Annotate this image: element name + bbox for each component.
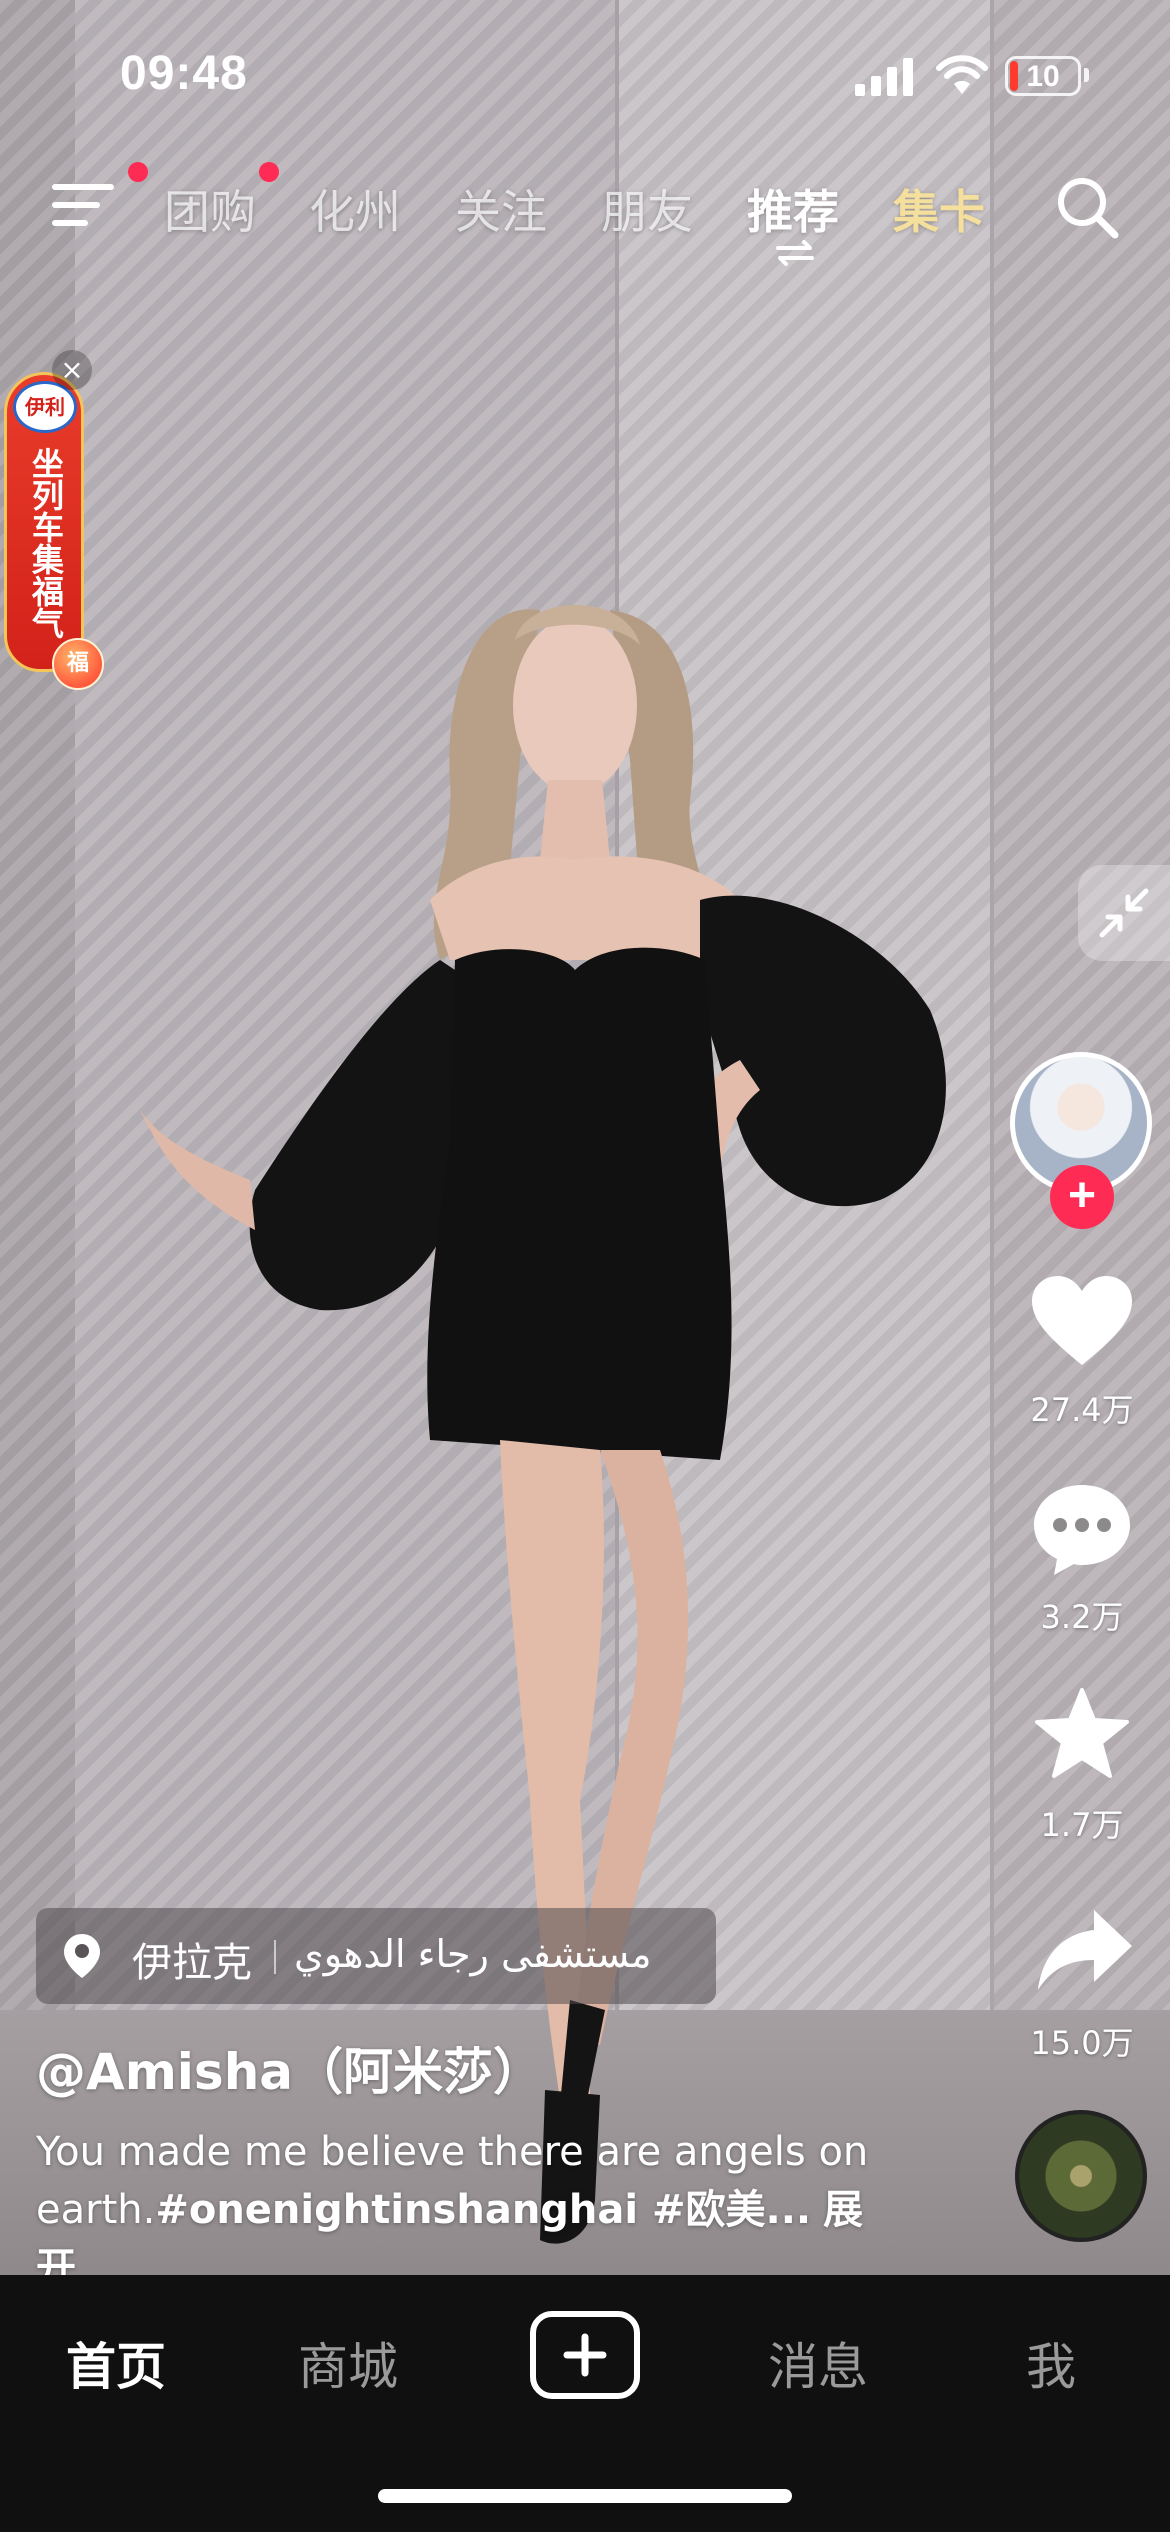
close-icon[interactable]: × [52, 350, 92, 390]
tab-friends[interactable]: 朋友 [601, 176, 693, 242]
battery-tip [1084, 68, 1089, 82]
search-icon[interactable] [1055, 175, 1121, 241]
star-icon[interactable] [1034, 1688, 1130, 1780]
battery-icon: 10 [1005, 56, 1081, 96]
nav-messages[interactable]: 消息 [768, 2327, 868, 2399]
home-indicator[interactable] [378, 2489, 792, 2503]
promo-banner-text: 坐列车集福气 [27, 447, 65, 639]
tab-following[interactable]: 关注 [455, 176, 547, 242]
swap-arrows-icon [776, 240, 814, 266]
share-count: 15.0万 [1030, 2024, 1134, 2062]
menu-notification-dot [128, 162, 148, 182]
location-tag[interactable]: 伊拉克 مستشفى رجاء الدهوي [36, 1908, 716, 2004]
battery-level: 10 [1026, 60, 1060, 93]
status-time: 09:48 [120, 47, 248, 100]
music-disc[interactable] [1015, 2110, 1147, 2242]
nav-home[interactable]: 首页 [66, 2327, 166, 2399]
menu-icon[interactable] [52, 182, 118, 228]
location-place: مستشفى رجاء الدهوي [294, 1932, 652, 1976]
tab-collect-cards[interactable]: 集卡 [893, 176, 985, 242]
comment-count: 3.2万 [1040, 1598, 1124, 1636]
bottom-nav: 首页 商城 消息 我 [0, 2275, 1170, 2532]
share-icon[interactable] [1036, 1908, 1134, 1992]
douyin-feed-screen: 09:48 10 团购 化州 关注 朋友 推荐 集卡 伊利 坐列车集福气 福 ×… [0, 0, 1170, 2532]
tab-recommended[interactable]: 推荐 [747, 176, 839, 242]
collapse-icon [1099, 888, 1149, 938]
like-count: 27.4万 [1030, 1391, 1134, 1429]
tab-local[interactable]: 化州 [309, 176, 401, 242]
nav-mall[interactable]: 商城 [298, 2327, 398, 2399]
plus-icon [563, 2333, 607, 2377]
create-button[interactable] [530, 2311, 640, 2399]
tab-group-buy[interactable]: 团购 [164, 176, 256, 242]
signal-icon [855, 58, 913, 96]
promo-banner[interactable]: 伊利 坐列车集福气 [4, 372, 84, 672]
video-caption[interactable]: You made me believe there are angels on … [36, 2123, 876, 2297]
clear-screen-button[interactable] [1078, 865, 1170, 961]
wifi-icon [936, 55, 988, 94]
follow-button[interactable]: + [1050, 1165, 1114, 1229]
heart-icon[interactable] [1030, 1275, 1134, 1367]
comment-icon[interactable] [1032, 1483, 1132, 1577]
tab-group-buy-dot [259, 162, 279, 182]
location-pin-icon [64, 1934, 100, 1978]
caption-hashtags[interactable]: #onenightinshanghai #欧美... [155, 2187, 811, 2233]
author-name[interactable]: @Amisha（阿米莎） [36, 2032, 543, 2104]
location-city: 伊拉克 [132, 1940, 252, 1986]
location-divider [274, 1940, 276, 1974]
promo-fortune-badge: 福 [52, 638, 104, 690]
nav-me[interactable]: 我 [1026, 2327, 1076, 2399]
favorite-count: 1.7万 [1040, 1806, 1124, 1844]
